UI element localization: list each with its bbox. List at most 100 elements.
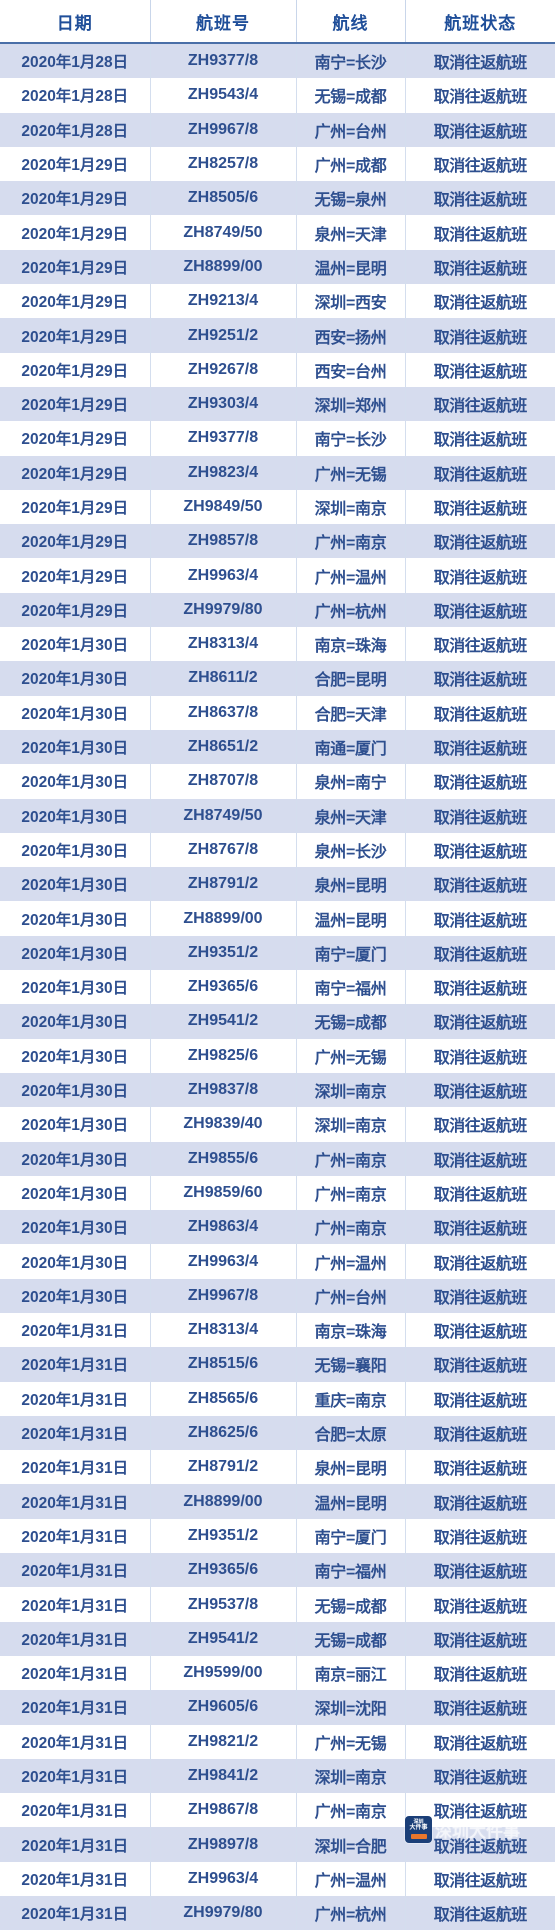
cell-date: 2020年1月31日 <box>0 1553 151 1588</box>
cell-status: 取消往返航班 <box>405 386 555 422</box>
cell-status: 取消往返航班 <box>405 284 555 319</box>
cell-route: 广州=无锡 <box>296 1038 406 1073</box>
cell-date: 2020年1月30日 <box>0 832 151 868</box>
flight-cancellation-table: 日期 航班号 航线 航班状态 2020年1月28日 ZH9377/8 南宁=长沙 取消… <box>0 0 555 1930</box>
cell-status: 取消往返航班 <box>405 935 555 971</box>
table-row: 2020年1月28日 ZH9543/4 无锡=成都 取消往返航班 <box>0 78 555 113</box>
cell-flight: ZH9825/6 <box>150 1038 297 1073</box>
cell-date: 2020年1月31日 <box>0 1827 151 1862</box>
cell-flight: ZH9267/8 <box>150 352 297 387</box>
table-row: 2020年1月30日 ZH8707/8 泉州=南宁 取消往返航班 <box>0 764 555 799</box>
cell-status: 取消往返航班 <box>405 249 555 285</box>
cell-flight: ZH8899/00 <box>150 901 297 936</box>
cell-route: 南宁=长沙 <box>296 421 406 456</box>
cell-flight: ZH9821/2 <box>150 1724 297 1759</box>
cell-route: 深圳=南京 <box>296 1072 406 1108</box>
cell-status: 取消往返航班 <box>405 1484 555 1519</box>
cell-flight: ZH8515/6 <box>150 1347 297 1382</box>
cell-flight: ZH9541/2 <box>150 1004 297 1039</box>
table-row: 2020年1月30日 ZH9365/6 南宁=福州 取消往返航班 <box>0 970 555 1005</box>
cell-flight: ZH8899/00 <box>150 1484 297 1519</box>
table-row: 2020年1月31日 ZH9351/2 南宁=厦门 取消往返航班 <box>0 1518 555 1554</box>
cell-status: 取消往返航班 <box>405 318 555 353</box>
cell-status: 取消往返航班 <box>405 1450 555 1485</box>
cell-route: 西安=台州 <box>296 352 406 387</box>
cell-route: 南宁=福州 <box>296 1553 406 1588</box>
cell-flight: ZH9605/6 <box>150 1690 297 1725</box>
cell-date: 2020年1月31日 <box>0 1655 151 1691</box>
table-row: 2020年1月30日 ZH9967/8 广州=台州 取消往返航班 <box>0 1278 555 1313</box>
cell-flight: ZH8257/8 <box>150 146 297 182</box>
cell-date: 2020年1月31日 <box>0 1861 151 1897</box>
table-row: 2020年1月31日 ZH9599/00 南京=丽江 取消往返航班 <box>0 1655 555 1691</box>
table-row: 2020年1月30日 ZH9839/40 深圳=南京 取消往返航班 <box>0 1107 555 1142</box>
cell-route: 广州=无锡 <box>296 455 406 490</box>
cell-flight: ZH8505/6 <box>150 181 297 216</box>
cell-status: 取消往返航班 <box>405 901 555 936</box>
cell-date: 2020年1月31日 <box>0 1518 151 1554</box>
cell-flight: ZH9541/2 <box>150 1621 297 1656</box>
table-row: 2020年1月31日 ZH9963/4 广州=温州 取消往返航班 <box>0 1861 555 1897</box>
cell-route: 广州=台州 <box>296 1278 406 1313</box>
cell-date: 2020年1月29日 <box>0 489 151 525</box>
cell-date: 2020年1月30日 <box>0 1107 151 1142</box>
table-row: 2020年1月29日 ZH9251/2 西安=扬州 取消往返航班 <box>0 318 555 353</box>
cell-route: 深圳=西安 <box>296 284 406 319</box>
cell-status: 取消往返航班 <box>405 352 555 387</box>
cell-flight: ZH9823/4 <box>150 455 297 490</box>
cell-route: 广州=南京 <box>296 1210 406 1245</box>
cell-flight: ZH9897/8 <box>150 1827 297 1862</box>
cell-route: 深圳=郑州 <box>296 386 406 422</box>
cell-date: 2020年1月31日 <box>0 1793 151 1828</box>
cell-flight: ZH9963/4 <box>150 1244 297 1279</box>
cell-status: 取消往返航班 <box>405 1587 555 1622</box>
cell-route: 泉州=南宁 <box>296 764 406 799</box>
table-row: 2020年1月31日 ZH9537/8 无锡=成都 取消往返航班 <box>0 1587 555 1622</box>
table-row: 2020年1月30日 ZH8767/8 泉州=长沙 取消往返航班 <box>0 832 555 868</box>
cell-flight: ZH9839/40 <box>150 1107 297 1142</box>
cell-status: 取消往返航班 <box>405 1690 555 1725</box>
cell-route: 深圳=合肥 <box>296 1827 406 1862</box>
cell-flight: ZH9963/4 <box>150 558 297 593</box>
cell-status: 取消往返航班 <box>405 1347 555 1382</box>
cell-date: 2020年1月31日 <box>0 1896 151 1930</box>
cell-flight: ZH8749/50 <box>150 798 297 833</box>
cell-date: 2020年1月29日 <box>0 318 151 353</box>
cell-status: 取消往返航班 <box>405 729 555 765</box>
cell-route: 泉州=长沙 <box>296 832 406 868</box>
column-header-status: 航班状态 <box>405 0 555 44</box>
table-row: 2020年1月29日 ZH9963/4 广州=温州 取消往返航班 <box>0 558 555 593</box>
cell-flight: ZH9599/00 <box>150 1655 297 1691</box>
table-row: 2020年1月30日 ZH8749/50 泉州=天津 取消往返航班 <box>0 798 555 833</box>
cell-status: 取消往返航班 <box>405 1210 555 1245</box>
cell-date: 2020年1月30日 <box>0 1004 151 1039</box>
cell-route: 广州=南京 <box>296 1141 406 1176</box>
cell-flight: ZH9849/50 <box>150 489 297 525</box>
cell-date: 2020年1月31日 <box>0 1690 151 1725</box>
table-body: 2020年1月28日 ZH9377/8 南宁=长沙 取消往返航班 2020年1月28日 Z… <box>0 43 555 1930</box>
table-row: 2020年1月31日 ZH9867/8 广州=南京 取消往返航班 <box>0 1793 555 1828</box>
cell-status: 取消往返航班 <box>405 1141 555 1176</box>
table-header-row: 日期 航班号 航线 航班状态 <box>0 0 555 44</box>
cell-flight: ZH8625/6 <box>150 1415 297 1451</box>
table-row: 2020年1月31日 ZH9821/2 广州=无锡 取消往返航班 <box>0 1724 555 1759</box>
cell-status: 取消往返航班 <box>405 1415 555 1451</box>
table-row: 2020年1月29日 ZH9213/4 深圳=西安 取消往返航班 <box>0 284 555 319</box>
cell-flight: ZH9857/8 <box>150 524 297 559</box>
cell-status: 取消往返航班 <box>405 1107 555 1142</box>
cell-route: 深圳=南京 <box>296 1758 406 1794</box>
table-row: 2020年1月30日 ZH8637/8 合肥=天津 取消往返航班 <box>0 695 555 730</box>
cell-date: 2020年1月30日 <box>0 1244 151 1279</box>
table-row: 2020年1月30日 ZH9825/6 广州=无锡 取消往返航班 <box>0 1038 555 1073</box>
cell-status: 取消往返航班 <box>405 181 555 216</box>
cell-route: 泉州=天津 <box>296 798 406 833</box>
cell-route: 温州=昆明 <box>296 1484 406 1519</box>
cell-route: 深圳=沈阳 <box>296 1690 406 1725</box>
cell-status: 取消往返航班 <box>405 798 555 833</box>
cell-date: 2020年1月31日 <box>0 1621 151 1656</box>
cell-flight: ZH8899/00 <box>150 249 297 285</box>
cell-status: 取消往返航班 <box>405 1244 555 1279</box>
cell-route: 温州=昆明 <box>296 249 406 285</box>
column-header-flight: 航班号 <box>150 0 297 44</box>
cell-date: 2020年1月29日 <box>0 181 151 216</box>
